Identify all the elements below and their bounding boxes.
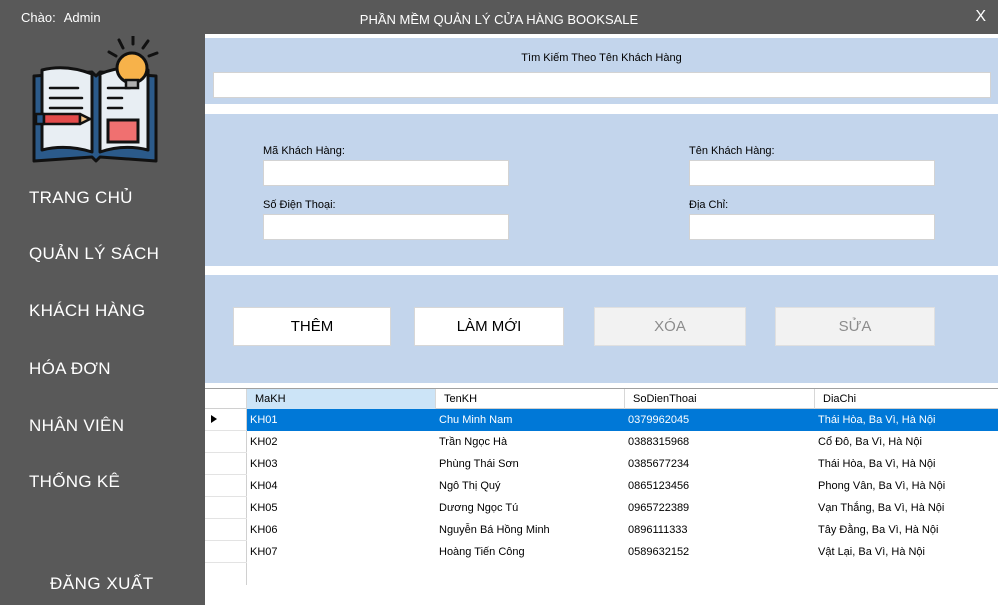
table-row[interactable]: KH03 Phùng Thái Sơn 0385677234 Thái Hòa, Ba… [247, 453, 998, 475]
table-row[interactable]: KH05 Dương Ngọc Tú 0965722389 Vạn Thắng, Ba… [247, 497, 998, 519]
customer-name-field[interactable] [689, 160, 935, 186]
table-row[interactable]: KH02 Trần Ngọc Hà 0388315968 Cổ Đô, Ba Vì, … [247, 431, 998, 453]
row-header[interactable] [205, 431, 247, 453]
row-header[interactable] [205, 475, 247, 497]
table-cell-tenkh: Trần Ngọc Hà [439, 436, 508, 448]
row-header[interactable] [205, 519, 247, 541]
table-cell-diachi: Tây Đằng, Ba Vì, Hà Nội [818, 524, 939, 536]
table-cell-tenkh: Chu Minh Nam [439, 414, 513, 426]
sidebar: TRANG CHỦ QUẢN LÝ SÁCH KHÁCH HÀNG HÓA ĐƠ… [0, 34, 205, 605]
search-input[interactable] [213, 72, 991, 98]
phone-field[interactable] [263, 214, 509, 240]
table-cell-diachi: Phong Vân, Ba Vì, Hà Nội [818, 480, 946, 492]
table-header: MaKH TenKH SoDienThoai DiaChi [205, 389, 998, 409]
table-row[interactable]: KH01 Chu Minh Nam 0379962045 Thái Hòa, Ba V… [247, 409, 998, 431]
customer-form: Mã Khách Hàng: Tên Khách Hàng: Số Điện T… [205, 114, 998, 266]
table-cell-makh: KH03 [250, 458, 278, 470]
row-header[interactable] [205, 497, 247, 519]
table-cell-makh: KH01 [250, 414, 278, 426]
sidebar-item-khach-hang[interactable]: KHÁCH HÀNG [29, 301, 145, 321]
corner-cell [205, 389, 247, 409]
table-row[interactable]: KH07 Hoàng Tiến Công 0589632152 Vật Lại, Ba… [247, 541, 998, 563]
column-header-tenkh[interactable]: TenKH [436, 389, 625, 409]
table-cell-tenkh: Nguyễn Bá Hồng Minh [439, 524, 550, 536]
open-book-lightbulb-icon [30, 34, 162, 166]
table-cell-sodienthoai: 0865123456 [628, 480, 690, 492]
column-header-sodienthoai[interactable]: SoDienThoai [625, 389, 815, 409]
search-panel: Tìm Kiếm Theo Tên Khách Hàng [205, 38, 998, 104]
close-button[interactable]: X [975, 8, 986, 26]
table-cell-sodienthoai: 0896111333 [628, 524, 688, 536]
customer-id-label: Mã Khách Hàng: [263, 145, 345, 157]
table-cell-makh: KH04 [250, 480, 278, 492]
table-cell-tenkh: Hoàng Tiến Công [439, 546, 525, 558]
row-header-column [205, 409, 247, 585]
sidebar-item-nhan-vien[interactable]: NHÂN VIÊN [29, 416, 124, 436]
table-cell-makh: KH02 [250, 436, 278, 448]
sidebar-item-thong-ke[interactable]: THỐNG KÊ [29, 472, 120, 492]
row-header[interactable] [205, 453, 247, 475]
sidebar-item-trang-chu[interactable]: TRANG CHỦ [29, 188, 133, 208]
action-panel: THÊM LÀM MỚI XÓA SỬA [205, 275, 998, 383]
table-cell-sodienthoai: 0379962045 [628, 414, 690, 426]
address-field[interactable] [689, 214, 935, 240]
table-cell-tenkh: Ngô Thị Quý [439, 480, 501, 492]
table-cell-sodienthoai: 0385677234 [628, 458, 690, 470]
table-row[interactable]: KH06 Nguyễn Bá Hồng Minh 0896111333 Tây Đằn… [247, 519, 998, 541]
edit-button[interactable]: SỬA [775, 307, 935, 346]
table-cell-sodienthoai: 0388315968 [628, 436, 690, 448]
title-bar: Chào: Admin PHẦN MỀM QUẢN LÝ CỬA HÀNG BOO… [0, 0, 998, 34]
table-cell-makh: KH05 [250, 502, 278, 514]
delete-button[interactable]: XÓA [594, 307, 746, 346]
main-content: Tìm Kiếm Theo Tên Khách Hàng Mã Khách Hà… [205, 34, 998, 605]
customer-id-field[interactable] [263, 160, 509, 186]
current-row-arrow-icon [211, 415, 217, 423]
customer-table: MaKH TenKH SoDienThoai DiaChi KH01 Chu Mi… [205, 388, 998, 605]
table-cell-diachi: Cổ Đô, Ba Vì, Hà Nội [818, 436, 922, 448]
app-title: PHẦN MỀM QUẢN LÝ CỬA HÀNG BOOKSALE [359, 12, 639, 27]
row-header[interactable] [205, 409, 247, 431]
row-header[interactable] [205, 541, 247, 563]
table-cell-diachi: Thái Hòa, Ba Vì, Hà Nội [818, 458, 936, 470]
table-cell-makh: KH07 [250, 546, 278, 558]
logout-button[interactable]: ĐĂNG XUẤT [50, 574, 154, 594]
table-cell-diachi: Vật Lại, Ba Vì, Hà Nội [818, 546, 925, 558]
sidebar-item-quan-ly-sach[interactable]: QUẢN LÝ SÁCH [29, 244, 159, 264]
table-cell-makh: KH06 [250, 524, 278, 536]
address-label: Địa Chỉ: [689, 199, 729, 211]
table-cell-diachi: Vạn Thắng, Ba Vì, Hà Nội [818, 502, 945, 514]
table-row[interactable]: KH04 Ngô Thị Quý 0865123456 Phong Vân, Ba V… [247, 475, 998, 497]
phone-label: Số Điện Thoại: [263, 199, 336, 211]
column-header-makh[interactable]: MaKH [247, 389, 436, 409]
table-cell-tenkh: Phùng Thái Sơn [439, 458, 519, 470]
column-header-diachi[interactable]: DiaChi [815, 389, 998, 409]
table-cell-tenkh: Dương Ngọc Tú [439, 502, 519, 514]
search-label: Tìm Kiếm Theo Tên Khách Hàng [521, 52, 682, 64]
table-cell-sodienthoai: 0965722389 [628, 502, 690, 514]
refresh-button[interactable]: LÀM MỚI [414, 307, 564, 346]
customer-name-label: Tên Khách Hàng: [689, 145, 775, 157]
table-cell-diachi: Thái Hòa, Ba Vì, Hà Nội [818, 414, 936, 426]
table-cell-sodienthoai: 0589632152 [628, 546, 690, 558]
add-button[interactable]: THÊM [233, 307, 391, 346]
sidebar-item-hoa-don[interactable]: HÓA ĐƠN [29, 359, 111, 379]
